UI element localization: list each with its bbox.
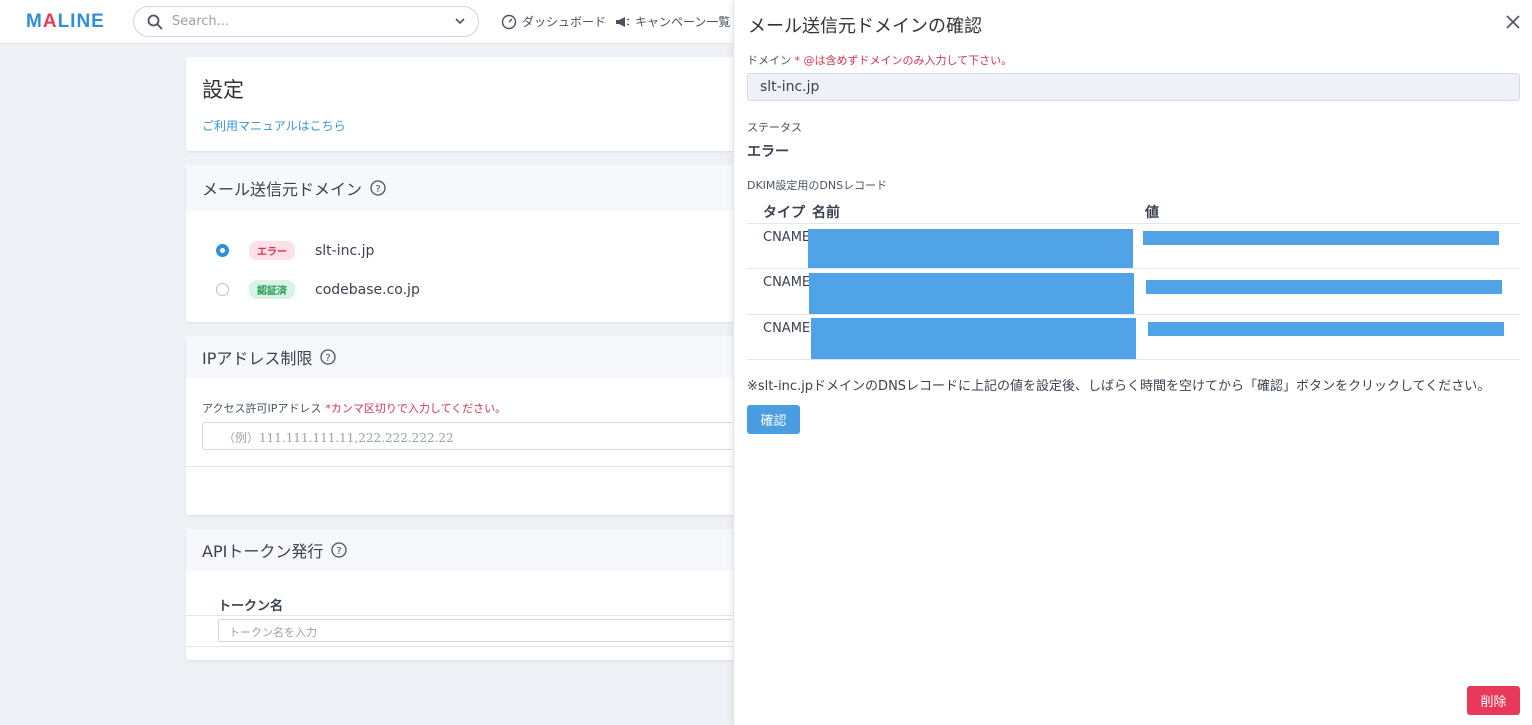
column-value: 値 — [1145, 205, 1159, 221]
help-icon[interactable]: ? — [320, 349, 337, 365]
confirm-button[interactable]: 確認 — [747, 405, 800, 434]
table-divider — [747, 223, 1520, 224]
ip-address-input[interactable]: （例）111.111.111.11,222.222.222.22 — [202, 422, 762, 450]
nav-campaigns-label: キャンペーン一覧 — [635, 15, 731, 29]
domain-field-label: ドメイン * @は含めずドメインのみ入力して下さい。 — [747, 54, 1013, 67]
gauge-icon — [501, 14, 517, 29]
domain-verify-drawer: メール送信元ドメインの確認 ドメイン * @は含めずドメインのみ入力して下さい。… — [733, 0, 1532, 725]
nav-campaigns[interactable]: キャンペーン一覧 — [614, 13, 730, 30]
column-type: タイプ — [763, 205, 805, 221]
radio-selected[interactable] — [216, 244, 229, 257]
search-input[interactable]: Search... — [172, 14, 229, 29]
sender-domain-heading: メール送信元ドメイン — [202, 180, 363, 199]
ip-restriction-header: IPアドレス制限 ? — [186, 336, 746, 378]
megaphone-icon — [616, 16, 630, 27]
sender-domain-header: メール送信元ドメイン ? — [186, 165, 746, 211]
redacted-name — [809, 273, 1134, 314]
record-type: CNAME — [763, 321, 811, 336]
nav-dashboard-label: ダッシュボード — [522, 15, 607, 29]
status-value: エラー — [747, 144, 789, 160]
status-badge-error: エラー — [249, 241, 295, 260]
token-name-column: トークン名 — [218, 599, 284, 614]
token-name-input[interactable]: トークン名を入力 — [218, 619, 748, 642]
redacted-name — [811, 318, 1136, 359]
ip-restriction-heading: IPアドレス制限 — [202, 349, 313, 368]
nav-dashboard[interactable]: ダッシュボード — [501, 13, 606, 30]
divider — [186, 646, 746, 647]
sender-domain-card: メール送信元ドメイン ? エラー slt-inc.jp 認証済 codebase… — [186, 165, 746, 322]
chevron-down-icon[interactable] — [454, 15, 466, 27]
search-box[interactable]: Search... — [133, 6, 479, 37]
domain-input[interactable]: slt-inc.jp — [747, 73, 1520, 101]
manual-link[interactable]: ご利用マニュアルはこちら — [202, 117, 346, 134]
help-icon[interactable]: ? — [331, 542, 347, 558]
api-token-heading: APIトークン発行 — [202, 542, 324, 561]
domain-name: codebase.co.jp — [315, 281, 420, 298]
ip-restriction-card: IPアドレス制限 ? アクセス許可IPアドレス *カンマ区切りで入力してください。… — [186, 336, 762, 515]
status-badge-verified: 認証済 — [249, 280, 295, 299]
settings-card: 設定 ご利用マニュアルはこちら — [186, 57, 746, 151]
domain-name: slt-inc.jp — [315, 242, 375, 259]
svg-text:?: ? — [326, 353, 331, 364]
table-divider — [747, 268, 1520, 269]
divider — [186, 615, 746, 616]
instruction-note: ※slt-inc.jpドメインのDNSレコードに上記の値を設定後、しばらく時間を… — [747, 379, 1491, 394]
column-name: 名前 — [812, 205, 840, 221]
domain-option-row[interactable]: 認証済 codebase.co.jp — [216, 280, 420, 299]
table-divider — [747, 314, 1520, 315]
table-divider — [747, 359, 1520, 360]
record-type: CNAME — [763, 230, 811, 245]
domain-option-row[interactable]: エラー slt-inc.jp — [216, 241, 374, 260]
divider — [186, 466, 746, 467]
redacted-value — [1146, 280, 1502, 294]
delete-button[interactable]: 削除 — [1467, 686, 1520, 715]
redacted-value — [1148, 322, 1504, 336]
record-type: CNAME — [763, 275, 811, 290]
api-token-card: APIトークン発行 ? トークン名 トークン名を入力 — [186, 529, 748, 660]
search-icon — [147, 14, 163, 30]
page-title: 設定 — [202, 78, 244, 102]
svg-text:?: ? — [375, 184, 380, 195]
help-icon[interactable]: ? — [370, 180, 386, 196]
maline-logo[interactable]: MALINE — [26, 11, 105, 33]
redacted-name — [808, 229, 1133, 268]
dkim-label: DKIM設定用のDNSレコード — [747, 179, 888, 192]
api-token-header: APIトークン発行 ? — [186, 529, 746, 571]
radio-unselected[interactable] — [216, 283, 229, 296]
svg-text:?: ? — [337, 546, 342, 557]
close-icon[interactable] — [1505, 14, 1521, 30]
ip-field-label: アクセス許可IPアドレス *カンマ区切りで入力してください。 — [202, 402, 507, 415]
redacted-value — [1143, 231, 1499, 245]
status-label: ステータス — [747, 121, 802, 134]
drawer-title: メール送信元ドメインの確認 — [748, 16, 982, 37]
